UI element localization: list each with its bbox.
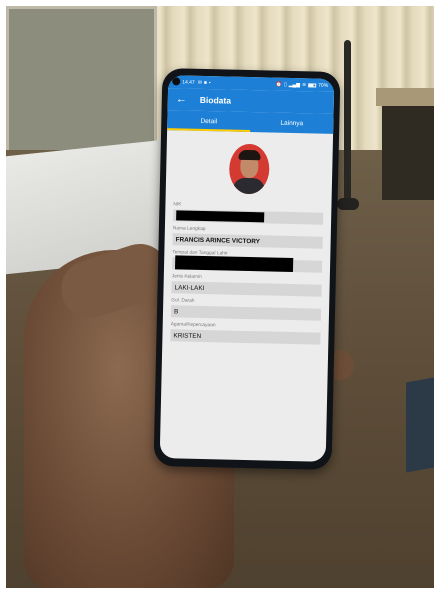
- field-value-nik: [173, 209, 324, 225]
- tab-detail[interactable]: Detail: [167, 110, 250, 132]
- profile-photo: [228, 143, 270, 195]
- lamp-base: [337, 198, 359, 210]
- photo-shirt: [232, 177, 266, 195]
- background-object: [406, 377, 434, 473]
- field-value-agama: KRISTEN: [170, 329, 321, 345]
- photo-scene: 14.47 ✉ ■ • ⏰ ▯ ▂▄▆ ≋ 70% ← Biodata Deta…: [0, 0, 440, 594]
- biodata-content: NIK Nama Lengkap FRANCIS ARINCE VICTORY …: [162, 130, 333, 345]
- page-title: Biodata: [199, 94, 232, 106]
- vibrate-icon: ▯: [283, 81, 287, 88]
- field-value-nama: FRANCIS ARINCE VICTORY: [172, 233, 323, 249]
- photo-hair: [238, 149, 261, 161]
- alarm-icon: ⏰: [275, 81, 283, 88]
- cabinet-top: [376, 88, 434, 106]
- field-value-jk: LAKI-LAKI: [171, 281, 322, 297]
- redaction-bar: [176, 210, 265, 223]
- front-camera: [172, 77, 181, 86]
- avatar-wrap: [174, 142, 325, 195]
- field-darah: Gol. Darah B: [170, 298, 322, 321]
- signal-icon: ▂▄▆: [288, 81, 301, 88]
- wifi-icon: ≋: [301, 81, 307, 88]
- field-ttl: Tempat dan Tanggal Lahir: [171, 250, 323, 273]
- status-time: 14.47: [182, 78, 195, 86]
- phone: 14.47 ✉ ■ • ⏰ ▯ ▂▄▆ ≋ 70% ← Biodata Deta…: [153, 68, 341, 470]
- lamp-pole: [344, 40, 351, 210]
- wall-board: [6, 6, 157, 162]
- status-right: ⏰ ▯ ▂▄▆ ≋ 70%: [276, 81, 329, 88]
- battery-icon: [308, 82, 317, 88]
- battery-level: 70%: [318, 82, 329, 89]
- field-jk: Jenis Kelamin LAKI-LAKI: [171, 274, 322, 297]
- field-agama: Agama/Kepercayaan KRISTEN: [170, 322, 321, 345]
- tab-bar: Detail Lainnya: [167, 110, 334, 134]
- mail-icon: ✉: [197, 79, 203, 86]
- field-nama: Nama Lengkap FRANCIS ARINCE VICTORY: [172, 226, 323, 249]
- phone-screen: 14.47 ✉ ■ • ⏰ ▯ ▂▄▆ ≋ 70% ← Biodata Deta…: [159, 75, 335, 462]
- tab-lainnya[interactable]: Lainnya: [250, 112, 333, 134]
- field-value-darah: B: [170, 305, 322, 321]
- redaction-bar: [174, 254, 294, 272]
- field-nik: NIK: [173, 202, 324, 225]
- cabinet: [382, 90, 434, 200]
- back-arrow-icon[interactable]: ←: [176, 93, 194, 105]
- app-badge-icon: ■: [203, 79, 208, 86]
- field-value-ttl: [171, 254, 323, 273]
- more-dot-icon: •: [208, 79, 211, 86]
